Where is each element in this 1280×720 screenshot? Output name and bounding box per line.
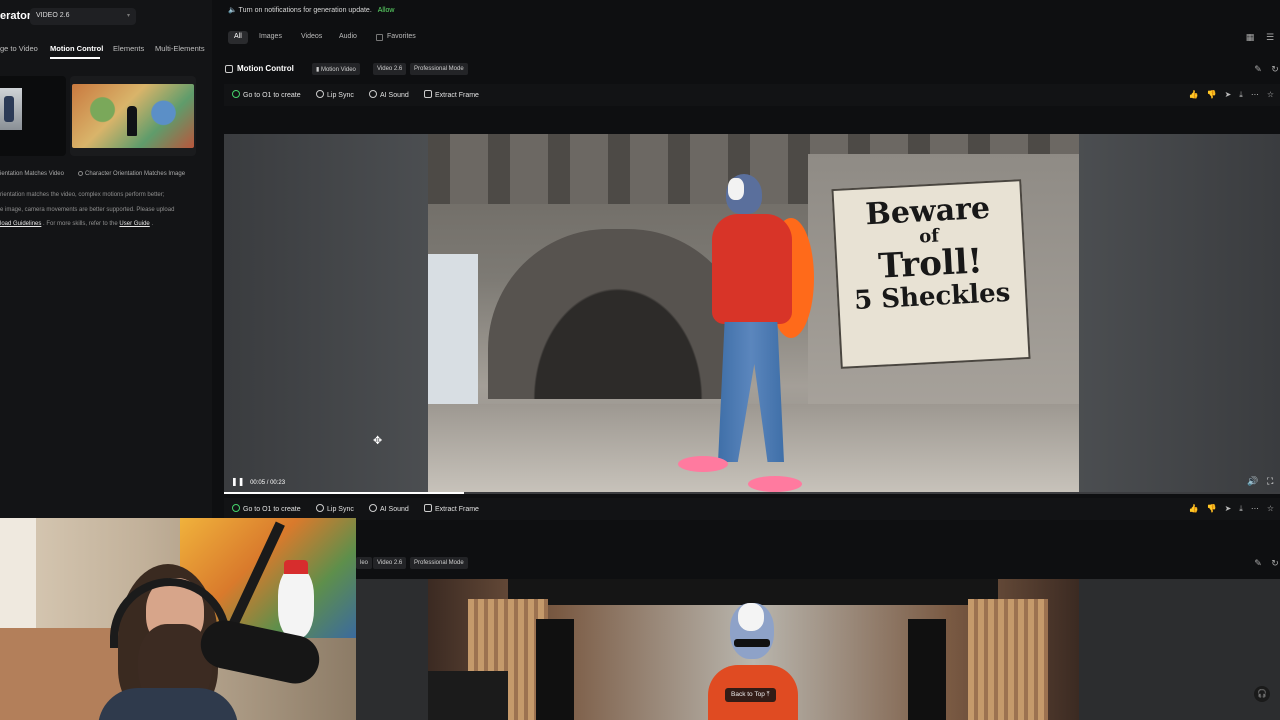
tag-motion-video: leo: [356, 557, 373, 569]
studio-speaker: [536, 619, 574, 720]
favorites-label[interactable]: Favorites: [381, 31, 422, 44]
ai-sound-icon: [369, 504, 377, 512]
troll-sign: Beware of Troll! 5 Sheckles: [831, 179, 1031, 369]
o1-icon: [232, 90, 240, 98]
tab-image-to-video[interactable]: ge to Video: [0, 44, 38, 53]
orientation-option-video[interactable]: ientation Matches Video: [0, 171, 64, 177]
dislike-icon[interactable]: 👎: [1207, 504, 1217, 513]
share-icon[interactable]: ➤: [1225, 504, 1232, 513]
thumbnail-figure: [127, 106, 137, 136]
video-player[interactable]: Beware of Troll! 5 Sheckles: [224, 134, 1280, 494]
filter-images[interactable]: Images: [253, 31, 288, 44]
character-image-thumbnail[interactable]: [70, 76, 196, 156]
like-icon[interactable]: 👍: [1189, 504, 1199, 513]
troll-character: [708, 603, 798, 720]
volume-icon[interactable]: 🔊: [1247, 476, 1258, 487]
studio-speaker: [908, 619, 946, 720]
share-icon[interactable]: ➤: [1225, 90, 1232, 99]
equipment-rack: [428, 671, 508, 720]
extract-frame-button[interactable]: Extract Frame: [424, 504, 479, 513]
user-guide-link[interactable]: User Guide: [119, 221, 149, 227]
snowman-figure: [278, 560, 314, 638]
lip-sync-icon: [316, 504, 324, 512]
more-icon[interactable]: ⋯: [1251, 90, 1259, 99]
video-frame: Beware of Troll! 5 Sheckles: [428, 134, 1079, 494]
grid-view-icon[interactable]: ▦: [1245, 32, 1255, 42]
ai-sound-button[interactable]: AI Sound: [369, 90, 409, 99]
video-progress-bar[interactable]: [224, 492, 1280, 494]
video-time: 00:05 / 00:23: [250, 480, 286, 486]
video-player[interactable]: [356, 579, 1280, 720]
speaker-icon: 🔈: [228, 7, 237, 14]
o1-icon: [232, 504, 240, 512]
webcam-overlay: [0, 518, 356, 720]
troll-character: [678, 174, 828, 494]
dislike-icon[interactable]: 👎: [1207, 90, 1217, 99]
allow-notifications-link[interactable]: Allow: [378, 7, 395, 14]
download-icon[interactable]: ⤓: [1239, 504, 1243, 513]
rerun-icon[interactable]: ↻: [1270, 64, 1280, 74]
chevron-down-icon: ▾: [126, 13, 130, 19]
edit-icon[interactable]: ✎: [1253, 558, 1263, 568]
lip-sync-button[interactable]: Lip Sync: [316, 504, 354, 513]
favorite-star-icon[interactable]: ☆: [1267, 504, 1274, 513]
item-tools: 👍 👎 ➤ ⤓ ⋯ ☆: [1181, 90, 1274, 100]
list-view-icon[interactable]: ☰: [1265, 32, 1275, 42]
lip-sync-icon: [316, 90, 324, 98]
filter-audio[interactable]: Audio: [333, 31, 363, 44]
support-icon[interactable]: 🎧: [1254, 686, 1270, 702]
tag-model-version: Video 2.6: [373, 557, 407, 569]
action-bar: Go to O1 to create Lip Sync AI Sound Ext…: [224, 498, 1280, 520]
move-cursor-icon: ✥: [373, 435, 383, 447]
active-tab-indicator: [50, 57, 100, 59]
motion-video-thumbnail[interactable]: [0, 76, 66, 156]
ai-sound-button[interactable]: AI Sound: [369, 504, 409, 513]
filter-videos[interactable]: Videos: [295, 31, 328, 44]
notification-banner: 🔈 Turn on notifications for generation u…: [228, 7, 395, 14]
action-bar: Go to O1 to create Lip Sync AI Sound Ext…: [224, 84, 1280, 106]
back-to-top-button[interactable]: Back to Top ⤒: [725, 688, 776, 702]
model-select-value: VIDEO 2.6: [36, 12, 70, 19]
go-to-o1-button[interactable]: Go to O1 to create: [232, 90, 301, 99]
radio-icon: [78, 171, 83, 176]
fullscreen-icon[interactable]: ⛶: [1267, 476, 1273, 487]
section-title: Motion Control: [237, 64, 294, 73]
app-title: erator: [0, 10, 32, 22]
like-icon[interactable]: 👍: [1189, 90, 1199, 99]
background-light: [428, 254, 478, 404]
extract-frame-button[interactable]: Extract Frame: [424, 90, 479, 99]
edit-icon[interactable]: ✎: [1253, 64, 1263, 74]
favorite-star-icon[interactable]: ☆: [1267, 90, 1274, 99]
tab-elements[interactable]: Elements: [113, 44, 144, 53]
pause-icon[interactable]: ❚❚: [231, 477, 244, 486]
go-to-o1-button[interactable]: Go to O1 to create: [232, 504, 301, 513]
upload-guidelines-link[interactable]: load Guidelines: [0, 221, 41, 227]
help-text-line: rientation matches the video, complex mo…: [0, 192, 165, 198]
help-text-line: load Guidelines . For more skills, refer…: [0, 221, 154, 227]
orientation-option-image[interactable]: Character Orientation Matches Image: [78, 171, 185, 177]
thumbnail-figure: [4, 96, 14, 122]
tag-mode: Professional Mode: [410, 557, 468, 569]
model-select[interactable]: VIDEO 2.6 ▾: [30, 8, 136, 25]
item-tools: 👍 👎 ➤ ⤓ ⋯ ☆: [1181, 504, 1274, 514]
ai-sound-icon: [369, 90, 377, 98]
tab-multi-elements[interactable]: Multi-Elements: [155, 44, 205, 53]
download-icon[interactable]: ⤓: [1239, 90, 1243, 99]
tab-motion-control[interactable]: Motion Control: [50, 44, 103, 53]
more-icon[interactable]: ⋯: [1251, 504, 1259, 513]
tag-motion-video: ▮ Motion Video: [312, 63, 360, 75]
video-controls: ❚❚ 00:05 / 00:23: [231, 477, 285, 486]
frame-icon: [424, 90, 432, 98]
help-text-line: e image, camera movements are better sup…: [0, 207, 175, 213]
tag-model-version: Video 2.6: [373, 63, 407, 75]
frame-icon: [424, 504, 432, 512]
progress-fill: [224, 492, 464, 494]
filter-all[interactable]: All: [228, 31, 248, 44]
tag-mode: Professional Mode: [410, 63, 468, 75]
rerun-icon[interactable]: ↻: [1270, 558, 1280, 568]
motion-control-icon: [225, 65, 233, 73]
lip-sync-button[interactable]: Lip Sync: [316, 90, 354, 99]
